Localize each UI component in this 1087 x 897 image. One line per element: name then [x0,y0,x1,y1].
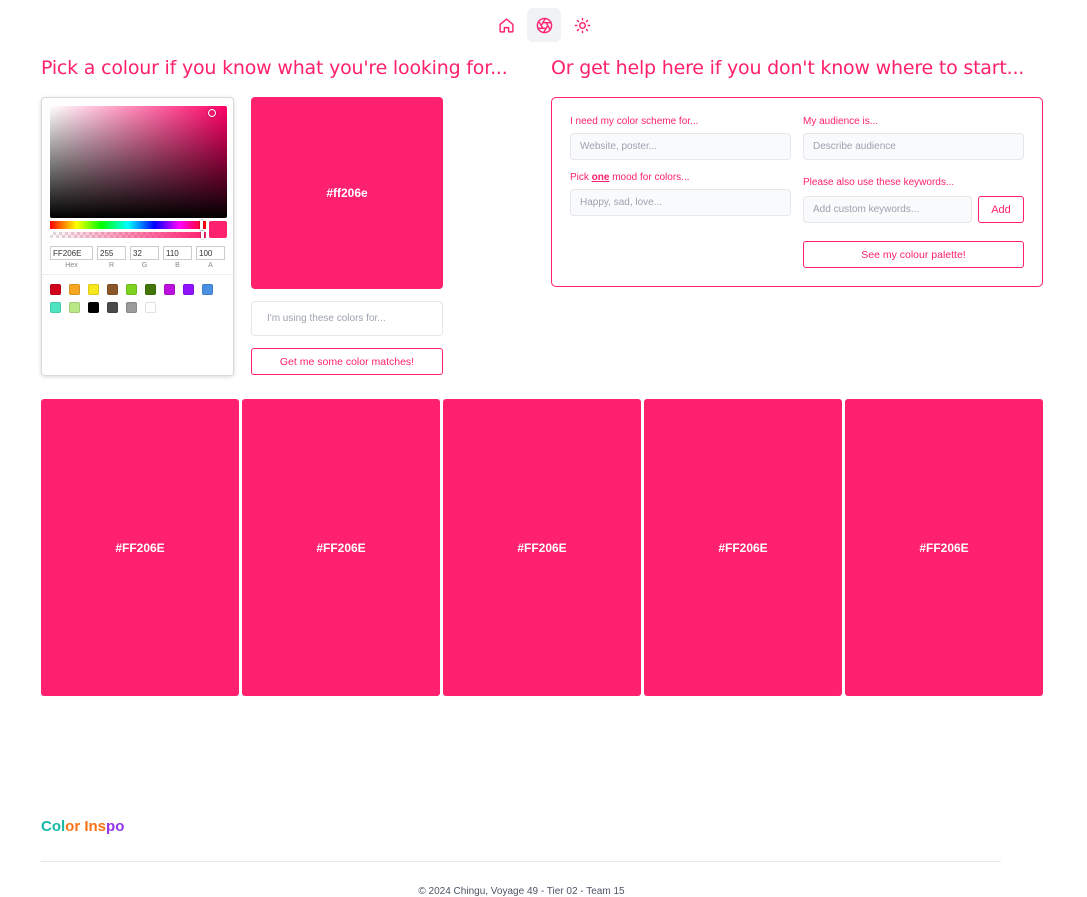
top-nav [489,8,599,42]
blue-input[interactable] [163,246,192,260]
preset-swatch[interactable] [107,302,118,313]
alpha-input[interactable] [196,246,225,260]
green-input[interactable] [130,246,159,260]
brand-logo[interactable]: Color Inspo [41,818,124,835]
keywords-label: Please also use these keywords... [803,177,955,188]
usage-input[interactable] [251,301,443,336]
helper-heading: Or get help here if you don't know where… [551,57,1025,79]
alpha-label: A [208,262,213,269]
preset-swatch[interactable] [164,284,175,295]
audience-label: My audience is... [803,116,879,127]
preset-swatches [50,284,226,313]
saturation-handle[interactable] [208,109,216,117]
color-preview: #ff206e [251,97,443,289]
copyright-text: © 2024 Chingu, Voyage 49 - Tier 02 - Tea… [418,886,625,897]
hue-handle[interactable] [200,220,203,230]
green-label: G [141,262,148,269]
alpha-handle[interactable] [201,231,204,239]
hex-input[interactable] [50,246,93,260]
brand-text-part: Inspo [84,818,125,835]
result-swatch[interactable]: #FF206E [845,399,1043,696]
saturation-area[interactable] [50,106,227,218]
red-label: R [108,262,115,269]
preset-swatch[interactable] [50,302,61,313]
preset-swatch[interactable] [69,302,80,313]
preset-swatch[interactable] [50,284,61,295]
scheme-label: I need my color scheme for... [570,116,699,127]
preset-swatch[interactable] [107,284,118,295]
hex-label: Hex [65,262,78,269]
preset-swatch[interactable] [88,302,99,313]
picker-heading: Pick a colour if you know what you're lo… [41,57,508,79]
result-swatch[interactable]: #FF206E [242,399,440,696]
preset-swatch[interactable] [202,284,213,295]
blue-label: B [175,262,180,269]
add-keyword-button[interactable]: Add [978,196,1024,223]
picker-divider [42,274,233,275]
preset-swatch[interactable] [88,284,99,295]
brand-text-part: Color [41,818,81,835]
preset-swatch[interactable] [126,302,137,313]
see-palette-button[interactable]: See my colour palette! [803,241,1024,268]
preset-swatch[interactable] [183,284,194,295]
red-input[interactable] [97,246,126,260]
nav-home-button[interactable] [489,8,523,42]
preset-swatch[interactable] [126,284,137,295]
preset-swatch[interactable] [69,284,80,295]
result-palette: #FF206E #FF206E #FF206E #FF206E #FF206E [41,399,1043,696]
footer-divider [41,861,1001,862]
current-color-swatch [209,221,227,238]
alpha-slider[interactable] [50,231,206,239]
result-swatch[interactable]: #FF206E [644,399,842,696]
home-icon [498,17,514,33]
keywords-input[interactable] [803,196,972,223]
hue-slider[interactable] [50,220,206,230]
mood-input[interactable] [570,189,791,216]
scheme-input[interactable] [570,133,791,160]
aperture-icon [536,17,552,33]
preset-swatch[interactable] [145,302,156,313]
sun-icon [574,17,590,33]
nav-theme-button[interactable] [565,8,599,42]
audience-input[interactable] [803,133,1024,160]
get-matches-button[interactable]: Get me some color matches! [251,348,443,375]
helper-form: I need my color scheme for... My audienc… [551,97,1043,287]
color-fields: Hex R G B A [50,246,225,269]
result-swatch[interactable]: #FF206E [41,399,239,696]
preset-swatch[interactable] [145,284,156,295]
result-swatch[interactable]: #FF206E [443,399,641,696]
nav-palette-button[interactable] [527,8,561,42]
mood-label: Pick one mood for colors... [570,172,690,183]
color-picker: Hex R G B A [41,97,234,376]
